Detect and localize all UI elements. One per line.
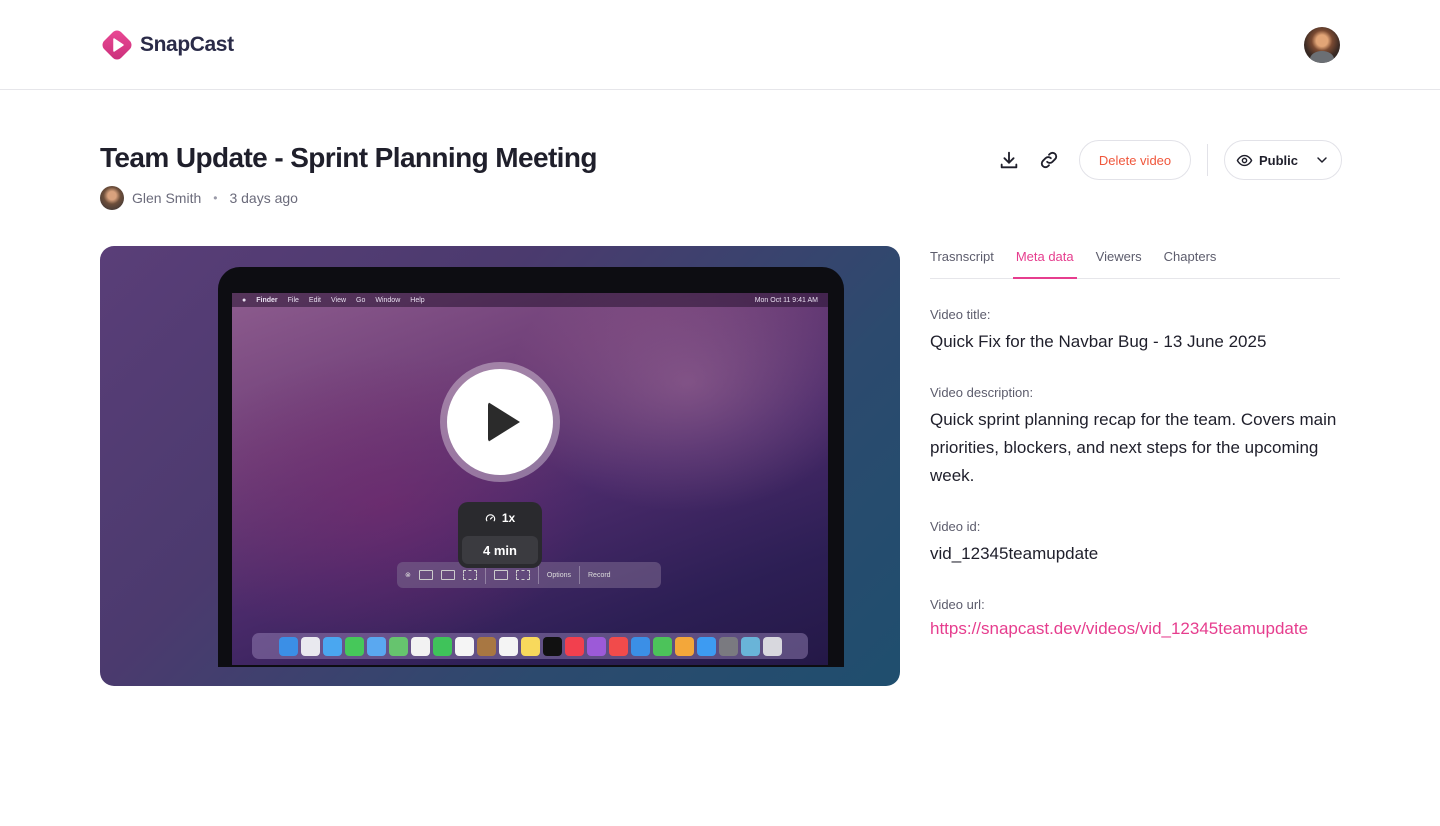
menubar-app: Finder (256, 296, 278, 304)
capture-screen-icon (418, 570, 433, 580)
menubar-item: Edit (308, 296, 321, 304)
dock-app-icon (696, 636, 716, 656)
menubar-clock: Mon Oct 11 9:41 AM (754, 296, 818, 304)
dock-app-icon (586, 636, 606, 656)
brand-logo[interactable]: SnapCast (100, 28, 234, 62)
dock-app-icon (344, 636, 364, 656)
dock-app-icon (740, 636, 760, 656)
dock-app-icon (652, 636, 672, 656)
video-url-link[interactable]: https://snapcast.dev/videos/vid_12345tea… (930, 619, 1340, 639)
author-name: Glen Smith (132, 190, 202, 206)
author-avatar (100, 186, 124, 210)
menubar-item: Window (375, 296, 401, 304)
delete-video-button[interactable]: Delete video (1079, 140, 1191, 180)
meta-id-label: Video id: (930, 519, 981, 534)
dock-app-icon (432, 636, 452, 656)
chevron-down-icon (1317, 157, 1327, 163)
record-selection-icon (515, 570, 530, 580)
tab-meta-data[interactable]: Meta data (1012, 246, 1077, 279)
tab-viewers[interactable]: Viewers (1096, 246, 1142, 279)
dock-app-icon (718, 636, 738, 656)
toolbar-divider (484, 566, 486, 584)
actions-divider (1207, 144, 1208, 176)
download-button[interactable] (995, 146, 1023, 174)
snapcast-logo-icon (102, 30, 132, 60)
play-button-circle (447, 369, 553, 475)
dock-app-icon (520, 636, 540, 656)
meta-separator: • (213, 191, 218, 205)
meta-id-value: vid_12345teamupdate (930, 544, 1099, 563)
posted-time: 3 days ago (229, 190, 298, 206)
mac-dock (252, 633, 808, 659)
speed-gauge-icon (485, 513, 495, 521)
video-thumbnail: ● Finder File Edit View Go Window Help M… (232, 293, 828, 665)
toolbar-record: Record (588, 571, 611, 579)
meta-description-section: Video description: Quick sprint planning… (930, 385, 1340, 490)
playback-speed: 1x (458, 502, 542, 534)
menubar-item: Go (356, 296, 366, 304)
video-player[interactable]: ● Finder File Edit View Go Window Help M… (100, 246, 900, 686)
menubar-item: View (330, 296, 347, 304)
toolbar-divider (537, 566, 539, 584)
apple-icon: ● (242, 296, 247, 304)
meta-title-value: Quick Fix for the Navbar Bug - 13 June 2… (930, 332, 1267, 351)
dock-app-icon (564, 636, 584, 656)
meta-url-section: Video url: https://snapcast.dev/videos/v… (930, 597, 1340, 639)
download-icon (1000, 151, 1018, 169)
dock-app-icon (454, 636, 474, 656)
capture-selection-icon (462, 570, 477, 580)
top-navbar: SnapCast (0, 0, 1440, 90)
dock-app-icon (498, 636, 518, 656)
menubar-item: Help (410, 296, 425, 304)
meta-id-section: Video id: vid_12345teamupdate (930, 519, 1340, 568)
video-actions: Delete video Public (995, 140, 1342, 180)
tab-transcript[interactable]: Trasnscript (930, 246, 994, 279)
meta-description-value: Quick sprint planning recap for the team… (930, 410, 1337, 485)
dock-app-icon (366, 636, 386, 656)
dock-app-icon (608, 636, 628, 656)
page-title: Team Update - Sprint Planning Meeting (100, 142, 597, 173)
brand-name: SnapCast (140, 33, 234, 56)
dock-app-icon (300, 636, 320, 656)
speed-duration-badge[interactable]: 1x 4 min (458, 502, 542, 568)
menubar-item: File (287, 296, 299, 304)
dock-app-icon (322, 636, 342, 656)
dock-app-icon (388, 636, 408, 656)
mac-menubar: ● Finder File Edit View Go Window Help M… (232, 293, 828, 307)
link-icon (1040, 151, 1058, 169)
meta-url-label: Video url: (930, 597, 985, 612)
dock-app-icon (278, 636, 298, 656)
playback-speed-value: 1x (501, 511, 516, 525)
tab-chapters[interactable]: Chapters (1164, 246, 1217, 279)
dock-app-icon (674, 636, 694, 656)
toolbar-options: Options (546, 571, 571, 579)
visibility-dropdown[interactable]: Public (1224, 140, 1342, 180)
video-duration: 4 min (462, 536, 538, 564)
close-icon: ⊗ (405, 572, 411, 579)
meta-title-label: Video title: (930, 307, 991, 322)
capture-window-icon (440, 570, 455, 580)
copy-link-button[interactable] (1035, 146, 1063, 174)
toolbar-divider (579, 566, 580, 584)
record-screen-icon (493, 570, 508, 580)
dock-app-icon (542, 636, 562, 656)
play-button[interactable] (440, 362, 560, 482)
visibility-label: Public (1258, 152, 1298, 168)
details-tabs: Trasnscript Meta data Viewers Chapters (930, 246, 1340, 279)
user-avatar[interactable] (1304, 27, 1340, 63)
menubar-status: Mon Oct 11 9:41 AM (755, 297, 818, 304)
dock-app-icon (476, 636, 496, 656)
eye-icon (1236, 154, 1253, 166)
video-meta-line: Glen Smith • 3 days ago (100, 186, 298, 210)
dock-app-icon (410, 636, 430, 656)
meta-description-label: Video description: (930, 385, 1034, 400)
dock-app-icon (630, 636, 650, 656)
play-icon (488, 402, 520, 442)
meta-title-section: Video title: Quick Fix for the Navbar Bu… (930, 307, 1340, 356)
dock-app-icon (762, 636, 782, 656)
